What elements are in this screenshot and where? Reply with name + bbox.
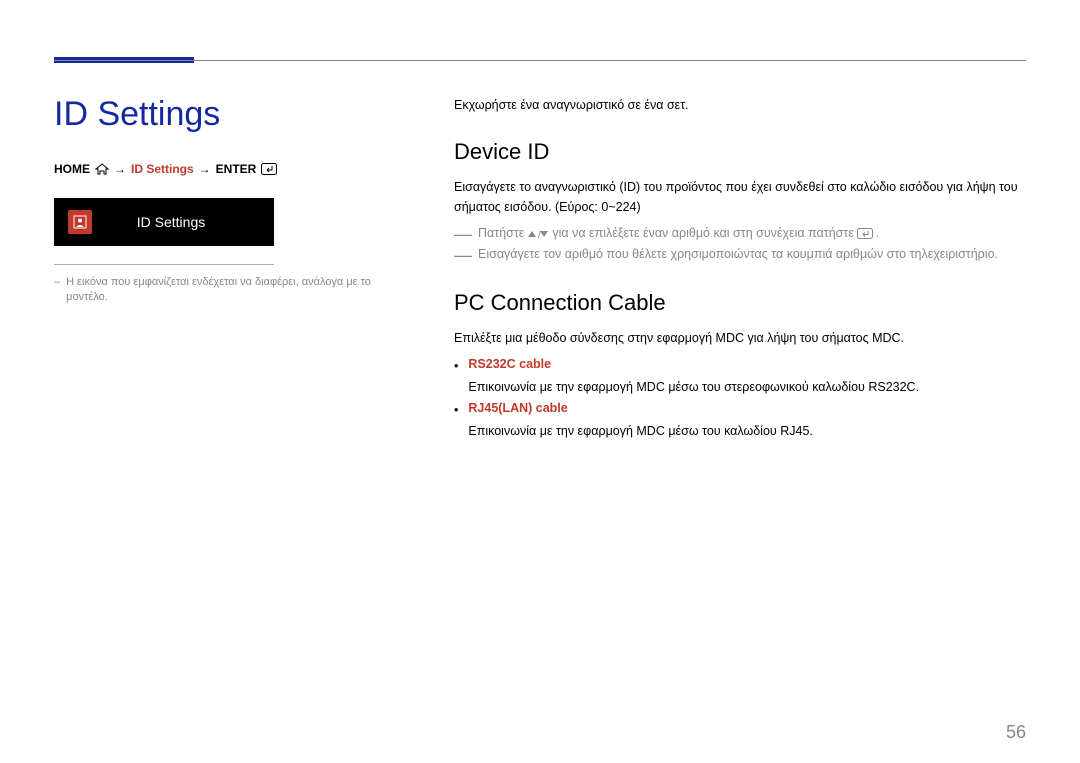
intro-text: Εκχωρήστε ένα αναγνωριστικό σε ένα σετ.: [454, 95, 1026, 115]
heading-pc-cable: PC Connection Cable: [454, 290, 1026, 316]
home-icon: [95, 163, 109, 175]
device-id-body: Εισαγάγετε το αναγνωριστικό (ID) του προ…: [454, 177, 1026, 217]
menu-tile-label: ID Settings: [106, 214, 260, 230]
page-title: ID Settings: [54, 95, 384, 134]
device-id-note-1: ― Πατήστε / για να επιλέξετε έναν αριθμό…: [454, 223, 1026, 244]
option-rs232c: • RS232C cable Επικοινωνία με την εφαρμο…: [454, 354, 1026, 399]
left-divider: [54, 264, 274, 265]
menu-tile-id-settings: ID Settings: [54, 198, 274, 246]
option-rj45: • RJ45(LAN) cable Επικοινωνία με την εφα…: [454, 398, 1026, 443]
page-number: 56: [1006, 722, 1026, 743]
enter-inline-icon: [857, 228, 873, 239]
up-down-arrow-icon: /: [527, 229, 549, 239]
pc-cable-options: • RS232C cable Επικοινωνία με την εφαρμο…: [454, 354, 1026, 443]
option-rj45-label: RJ45(LAN) cable: [468, 398, 1026, 419]
left-note: – Η εικόνα που εμφανίζεται ενδέχεται να …: [54, 275, 384, 306]
right-column: Εκχωρήστε ένα αναγνωριστικό σε ένα σετ. …: [454, 95, 1026, 443]
breadcrumb-enter: ENTER: [216, 162, 257, 176]
header-rule: [54, 60, 1026, 61]
id-settings-tile-icon: [68, 210, 92, 234]
note1-part-a: Πατήστε: [478, 223, 524, 244]
device-id-note-2: ― Εισαγάγετε τον αριθμό που θέλετε χρησι…: [454, 244, 1026, 265]
breadcrumb-arrow-2: →: [199, 162, 211, 176]
option-rs232c-body: Επικοινωνία με την εφαρμογή MDC μέσω του…: [468, 380, 919, 394]
option-rs232c-label: RS232C cable: [468, 354, 1026, 375]
enter-icon: [261, 163, 277, 175]
bullet-icon: •: [454, 356, 458, 377]
note1-part-b: για να επιλέξετε έναν αριθμό και στη συν…: [552, 223, 854, 244]
note-text: Η εικόνα που εμφανίζεται ενδέχεται να δι…: [66, 275, 384, 306]
note-dash: –: [54, 275, 60, 306]
pc-cable-body: Επιλέξτε μια μέθοδο σύνδεσης στην εφαρμο…: [454, 328, 1026, 348]
bullet-icon: •: [454, 400, 458, 421]
option-rj45-body: Επικοινωνία με την εφαρμογή MDC μέσω του…: [468, 424, 812, 438]
note2-text: Εισαγάγετε τον αριθμό που θέλετε χρησιμο…: [478, 244, 998, 265]
breadcrumb-arrow-1: →: [114, 162, 126, 176]
dash-icon: ―: [454, 225, 472, 243]
device-id-notes: ― Πατήστε / για να επιλέξετε έναν αριθμό…: [454, 223, 1026, 266]
left-column: ID Settings HOME → ID Settings → ENTER I…: [54, 95, 384, 306]
dash-icon: ―: [454, 246, 472, 264]
breadcrumb: HOME → ID Settings → ENTER: [54, 162, 384, 176]
breadcrumb-home: HOME: [54, 162, 90, 176]
breadcrumb-mid: ID Settings: [131, 162, 194, 176]
note1-part-c: .: [876, 223, 879, 244]
heading-device-id: Device ID: [454, 139, 1026, 165]
